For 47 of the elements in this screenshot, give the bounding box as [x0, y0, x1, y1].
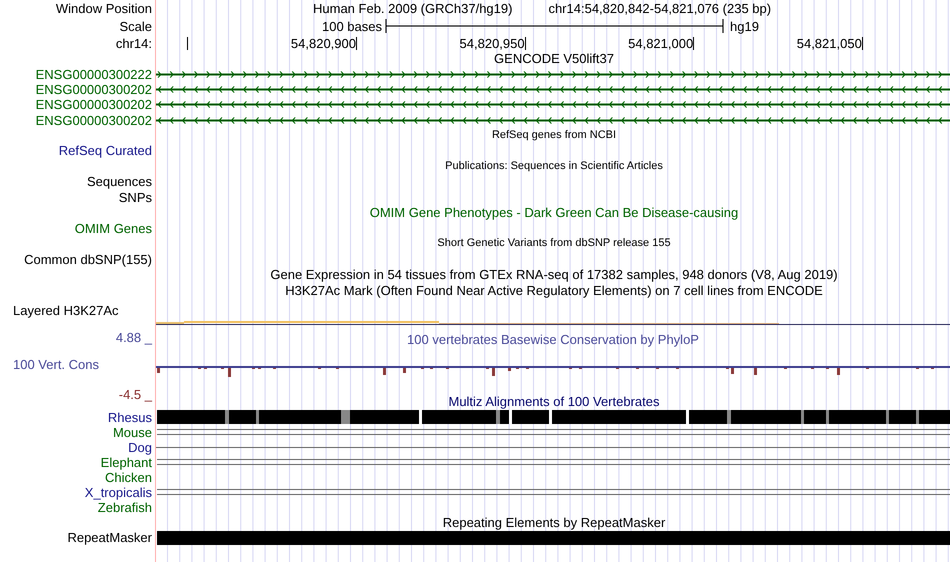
- track-label: chr14:: [116, 36, 152, 50]
- track-title: OMIM Gene Phenotypes - Dark Green Can Be Disease-causing: [370, 206, 738, 220]
- species-label: Elephant: [100, 456, 152, 469]
- track-title: Gene Expression in 54 tissues from GTEx RNA-seq of 17382 samples, 948 donors (V8, Aug 2019): [270, 268, 838, 282]
- track-title: 100 vertebrates Basewise Conservation by PhyloP: [407, 332, 699, 348]
- species-label: Mouse: [112, 426, 152, 439]
- gene-label: ENSG00000300202: [36, 114, 152, 127]
- track-label: Scale: [119, 20, 152, 32]
- track-label: SNPs: [118, 190, 152, 204]
- position-text: chr14:54,820,842-54,821,076 (235 bp): [548, 2, 772, 15]
- ruler-tick: [187, 37, 188, 50]
- track-label: OMIM Genes: [74, 222, 152, 235]
- track-label: Layered H3K27Ac: [13, 303, 119, 318]
- ruler-label: 54,821,050: [796, 37, 862, 50]
- track-label: RepeatMasker: [67, 531, 152, 544]
- ruler-tick: [524, 37, 526, 50]
- track-label: Window Position: [56, 2, 152, 15]
- axis-min: -4.5 _: [118, 388, 152, 401]
- track-label: RefSeq Curated: [58, 144, 152, 158]
- ruler-label: 54,821,000: [628, 37, 694, 50]
- scale-assembly: hg19: [730, 20, 759, 32]
- scale-length: 100 bases: [322, 20, 382, 32]
- gene-label: ENSG00000300222: [36, 68, 152, 81]
- track-title: Short Genetic Variants from dbSNP release 155: [437, 238, 671, 250]
- track-label: 100 Vert. Cons: [13, 357, 99, 372]
- track-title: Publications: Sequences in Scientific Articles: [445, 160, 663, 172]
- track-label: Common dbSNP(155): [24, 252, 152, 266]
- species-label: Chicken: [105, 470, 152, 484]
- ruler-tick: [862, 37, 863, 50]
- ruler-tick: [693, 37, 694, 50]
- assembly-title: Human Feb. 2009 (GRCh37/hg19): [313, 2, 512, 15]
- gene-label: ENSG00000300202: [36, 82, 152, 96]
- track-title: RefSeq genes from NCBI: [492, 130, 616, 141]
- ruler-tick: [356, 37, 357, 50]
- species-label: X_tropicalis: [84, 486, 152, 499]
- track-title: GENCODE V50lift37: [494, 52, 614, 66]
- ruler-label: 54,820,950: [460, 37, 525, 50]
- track-label: Sequences: [86, 175, 152, 188]
- ruler-label: 54,820,900: [290, 37, 356, 50]
- track-title: H3K27Ac Mark (Often Found Near Active Regulatory Elements) on 7 cell lines from ENCODE: [285, 284, 823, 297]
- track-title: Repeating Elements by RepeatMasker: [442, 516, 666, 529]
- species-label: Zebrafish: [98, 500, 152, 514]
- axis-max: 4.88 _: [116, 331, 152, 344]
- species-label: Dog: [128, 440, 152, 454]
- gene-label: ENSG00000300202: [36, 98, 152, 112]
- track-title: Multiz Alignments of 100 Vertebrates: [448, 395, 660, 408]
- species-label: Rhesus: [108, 410, 152, 424]
